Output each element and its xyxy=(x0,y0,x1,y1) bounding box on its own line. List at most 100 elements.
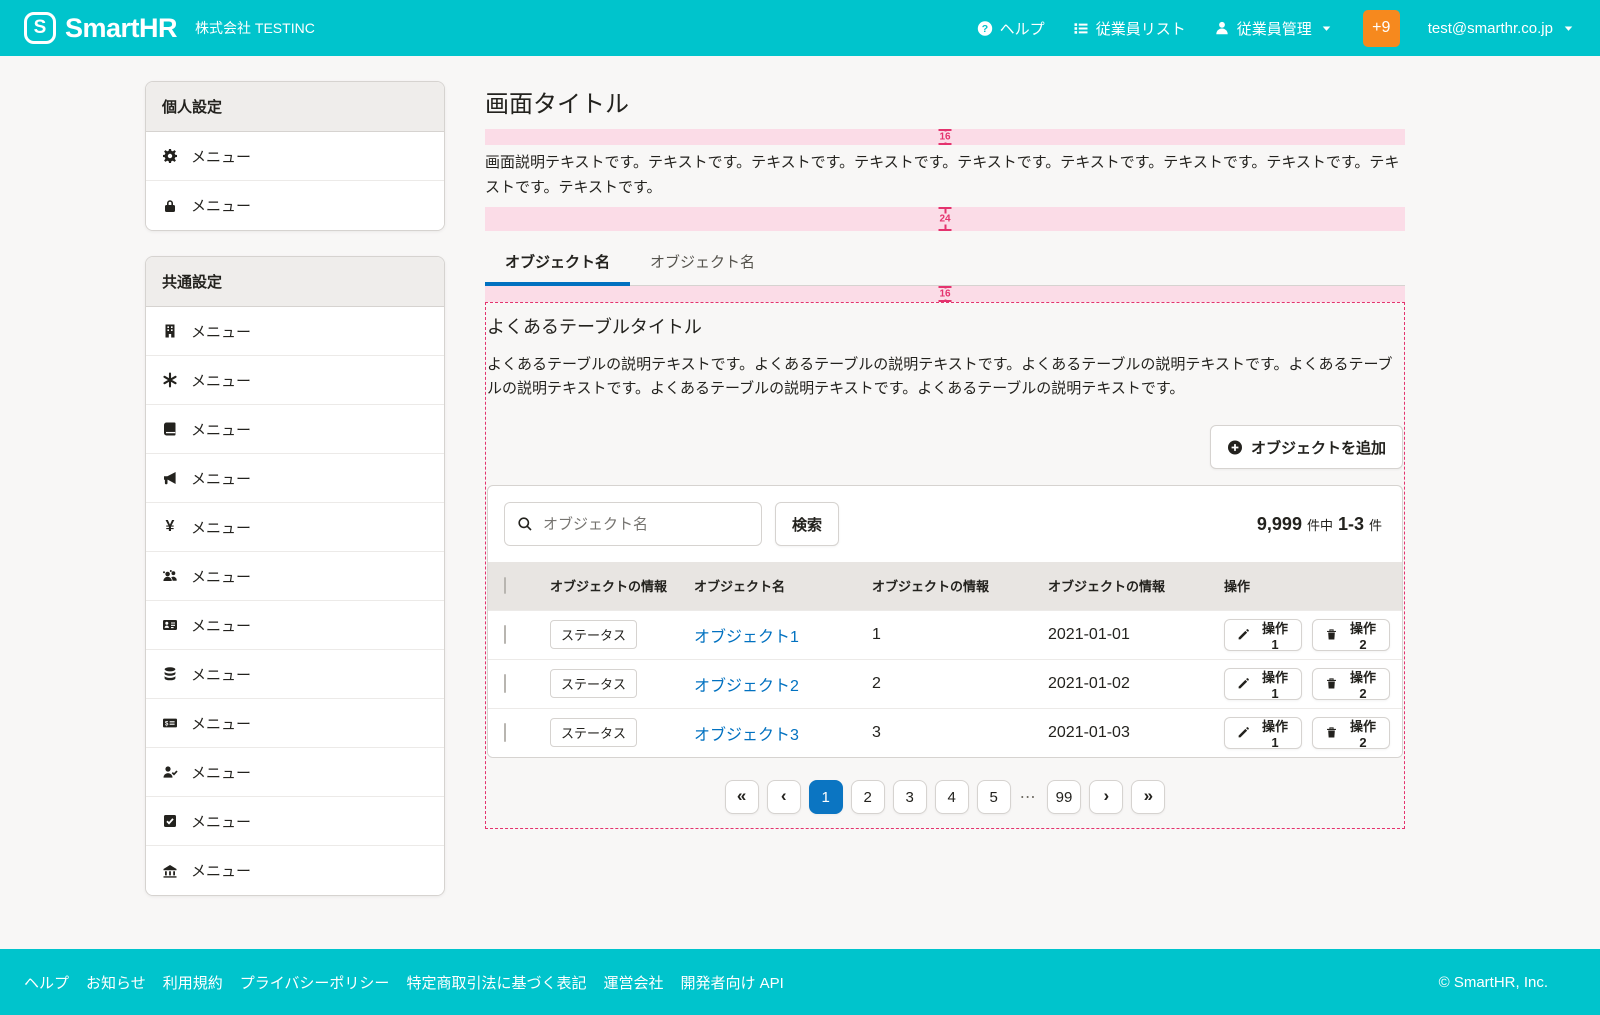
sidebar-item-menu[interactable]: メニュー xyxy=(146,552,444,601)
column-header: オブジェクトの情報 xyxy=(538,562,682,610)
footer-link-terms[interactable]: 利用規約 xyxy=(163,972,223,993)
page-button-2[interactable]: 2 xyxy=(851,780,885,814)
sidebar-item-menu[interactable]: メニュー xyxy=(146,307,444,356)
sidebar-item-label: メニュー xyxy=(191,468,251,489)
caret-down-icon xyxy=(1319,20,1335,36)
footer-links: ヘルプ お知らせ 利用規約 プライバシーポリシー 特定商取引法に基づく表記 運営… xyxy=(24,972,784,993)
sidebar-item-label: メニュー xyxy=(191,615,251,636)
sidebar-group-common-settings: 共通設定 メニュー メニュー メニュー xyxy=(145,256,445,896)
page-button-1[interactable]: 1 xyxy=(809,780,843,814)
page-button-99[interactable]: 99 xyxy=(1047,780,1082,814)
page-button-4[interactable]: 4 xyxy=(935,780,969,814)
row-actions: 操作1 操作2 xyxy=(1224,619,1390,651)
object-link[interactable]: オブジェクト1 xyxy=(694,629,799,646)
row-checkbox[interactable] xyxy=(504,625,506,644)
action1-button[interactable]: 操作1 xyxy=(1224,717,1302,749)
footer-link-commerce-law[interactable]: 特定商取引法に基づく表記 xyxy=(406,972,586,993)
action2-button[interactable]: 操作2 xyxy=(1312,717,1390,749)
notification-badge[interactable]: +9 xyxy=(1363,10,1400,47)
megaphone-icon xyxy=(162,470,178,486)
select-all-checkbox[interactable] xyxy=(504,577,506,594)
sidebar-item-menu[interactable]: メニュー xyxy=(146,356,444,405)
pencil-icon xyxy=(1235,627,1251,643)
sidebar-item-menu[interactable]: メニュー xyxy=(146,846,444,895)
sidebar-item-menu[interactable]: メニュー xyxy=(146,454,444,503)
sidebar-item-label: メニュー xyxy=(191,860,251,881)
copyright: © SmartHR, Inc. xyxy=(1439,974,1548,991)
prev-page-button[interactable]: ‹ xyxy=(767,780,801,814)
table-header-row: オブジェクトの情報 オブジェクト名 オブジェクトの情報 オブジェクトの情報 操作 xyxy=(488,562,1402,610)
row-actions: 操作1 操作2 xyxy=(1224,668,1390,700)
object-info-cell: 2 xyxy=(860,659,1036,708)
tab-bar: オブジェクト名 オブジェクト名 xyxy=(485,240,1405,286)
action2-button[interactable]: 操作2 xyxy=(1312,668,1390,700)
count-of-label: 件中 xyxy=(1307,515,1333,534)
object-link[interactable]: オブジェクト3 xyxy=(694,727,799,744)
footer-link-help[interactable]: ヘルプ xyxy=(24,972,69,993)
sidebar-item-menu[interactable]: メニュー xyxy=(146,650,444,699)
footer-link-privacy[interactable]: プライバシーポリシー xyxy=(240,972,390,993)
object-link[interactable]: オブジェクト2 xyxy=(694,678,799,695)
page-button-5[interactable]: 5 xyxy=(977,780,1011,814)
sidebar-item-label: メニュー xyxy=(191,321,251,342)
page-button-3[interactable]: 3 xyxy=(893,780,927,814)
action1-button[interactable]: 操作1 xyxy=(1224,668,1302,700)
smarthr-logo[interactable]: S SmartHR xyxy=(24,12,177,44)
count-range: 1-3 xyxy=(1338,514,1364,535)
action2-label: 操作2 xyxy=(1347,667,1379,701)
sidebar-item-menu[interactable]: $ メニュー xyxy=(146,699,444,748)
help-label: ヘルプ xyxy=(1000,18,1045,39)
action1-button[interactable]: 操作1 xyxy=(1224,619,1302,651)
footer-link-developer-api[interactable]: 開発者向け API xyxy=(680,972,783,993)
sidebar-item-menu[interactable]: メニュー xyxy=(146,181,444,230)
search-input[interactable] xyxy=(541,515,749,534)
book-icon xyxy=(162,421,178,437)
count-total: 9,999 xyxy=(1257,514,1302,535)
search-row: 検索 9,999 件中 1-3 件 xyxy=(488,486,1402,562)
object-date-cell: 2021-01-02 xyxy=(1036,659,1212,708)
sidebar-item-menu[interactable]: ¥ メニュー xyxy=(146,503,444,552)
sidebar-item-menu[interactable]: メニュー xyxy=(146,405,444,454)
sidebar-item-menu[interactable]: メニュー xyxy=(146,132,444,181)
add-object-button[interactable]: オブジェクトを追加 xyxy=(1210,425,1403,469)
table-section-description: よくあるテーブルの説明テキストです。よくあるテーブルの説明テキストです。よくある… xyxy=(487,353,1403,403)
tab-object-name[interactable]: オブジェクト名 xyxy=(630,240,775,285)
row-checkbox[interactable] xyxy=(504,723,506,742)
action2-button[interactable]: 操作2 xyxy=(1312,619,1390,651)
search-field[interactable] xyxy=(504,502,762,546)
column-header: オブジェクトの情報 xyxy=(860,562,1036,610)
sidebar-item-label: メニュー xyxy=(191,762,251,783)
employee-mgmt-dropdown[interactable]: 従業員管理 xyxy=(1214,18,1335,39)
sidebar-group-personal-settings: 個人設定 メニュー メニュー xyxy=(145,81,445,231)
trash-icon xyxy=(1323,627,1339,643)
footer-link-news[interactable]: お知らせ xyxy=(86,972,146,993)
sidebar-item-menu[interactable]: メニュー xyxy=(146,601,444,650)
action1-label: 操作1 xyxy=(1259,667,1291,701)
account-dropdown[interactable]: test@smarthr.co.jp xyxy=(1428,20,1576,37)
action1-label: 操作1 xyxy=(1259,618,1291,652)
employee-list-link[interactable]: 従業員リスト xyxy=(1073,18,1186,39)
first-page-button[interactable]: « xyxy=(725,780,759,814)
action2-label: 操作2 xyxy=(1347,716,1379,750)
last-page-button[interactable]: » xyxy=(1131,780,1165,814)
tab-object-name-active[interactable]: オブジェクト名 xyxy=(485,240,630,285)
section-actions: オブジェクトを追加 xyxy=(487,425,1403,469)
row-checkbox[interactable] xyxy=(504,674,506,693)
table-section-spec-outline: よくあるテーブルタイトル よくあるテーブルの説明テキストです。よくあるテーブルの… xyxy=(485,302,1405,830)
search-button[interactable]: 検索 xyxy=(775,502,839,546)
header-nav: ? ヘルプ 従業員リスト 従業員管理 +9 test@smarthr.co.jp xyxy=(977,10,1576,47)
footer-link-company[interactable]: 運営会社 xyxy=(603,972,663,993)
smarthr-wordmark: SmartHR xyxy=(65,13,177,44)
add-object-label: オブジェクトを追加 xyxy=(1251,437,1386,458)
sidebar-item-menu[interactable]: メニュー xyxy=(146,797,444,846)
sidebar-item-label: メニュー xyxy=(191,664,251,685)
account-email: test@smarthr.co.jp xyxy=(1428,20,1553,37)
sidebar-group-title: 共通設定 xyxy=(146,257,444,307)
next-page-button[interactable]: › xyxy=(1089,780,1123,814)
action1-label: 操作1 xyxy=(1259,716,1291,750)
sidebar-item-menu[interactable]: メニュー xyxy=(146,748,444,797)
trash-icon xyxy=(1323,676,1339,692)
building-icon xyxy=(162,323,178,339)
help-link[interactable]: ? ヘルプ xyxy=(977,18,1045,39)
check-square-icon xyxy=(162,813,178,829)
